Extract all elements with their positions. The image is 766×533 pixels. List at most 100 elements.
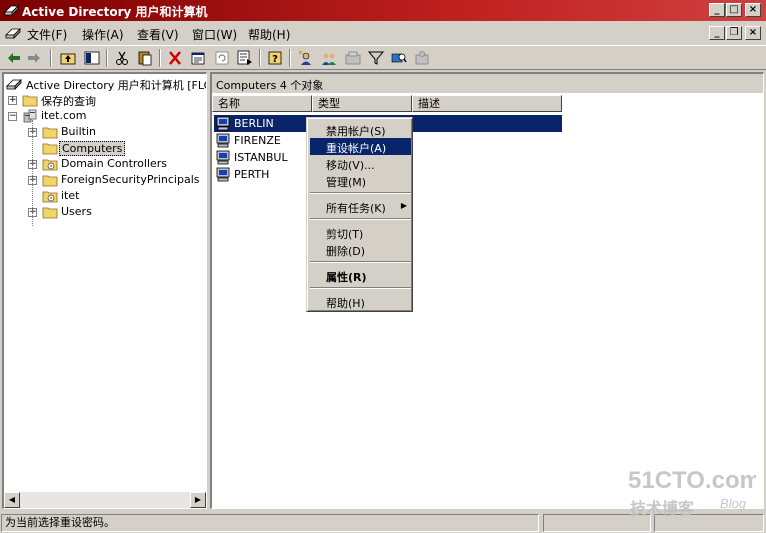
context-menu-item[interactable]: 禁用帐户(S) <box>310 121 411 138</box>
list-item[interactable]: FIRENZE <box>214 132 309 149</box>
context-menu-item[interactable]: 所有任务(K) ▶ <box>310 198 411 215</box>
list-item[interactable]: PERTH <box>214 166 309 183</box>
export-list-icon[interactable] <box>236 49 254 67</box>
tree-item[interactable]: + ForeignSecurityPrincipals <box>4 172 206 188</box>
context-menu-item[interactable]: 属性(R) <box>310 267 411 284</box>
computer-icon <box>215 115 231 131</box>
details-pane[interactable]: Computers 4 个对象 名称 类型 描述 BERLIN FIRENZE IS… <box>210 72 764 509</box>
toolbar: ? <box>0 45 766 70</box>
watermark-main: 51CTO.com <box>628 467 756 494</box>
folder-icon <box>22 92 38 108</box>
minimize-button[interactable]: _ <box>709 3 725 17</box>
child-restore-button[interactable]: ❐ <box>726 26 742 40</box>
context-menu-item[interactable]: 帮助(H) <box>310 293 411 310</box>
cut-icon[interactable] <box>113 49 131 67</box>
maximize-button[interactable]: □ <box>726 3 742 17</box>
scroll-left-button[interactable]: ◀ <box>4 492 20 508</box>
collapse-icon[interactable]: − <box>8 112 17 121</box>
context-menu-item[interactable]: 管理(M) <box>310 172 411 189</box>
menu-file[interactable]: 文件(F) <box>27 26 67 43</box>
scroll-right-button[interactable]: ▶ <box>190 492 206 508</box>
tree-item[interactable]: + Builtin <box>4 124 206 140</box>
submenu-arrow-icon: ▶ <box>400 201 407 210</box>
context-menu-item-label: 删除(D) <box>326 245 366 258</box>
back-arrow-icon[interactable] <box>5 49 23 67</box>
show-tree-icon[interactable] <box>83 49 101 67</box>
watermark-logo: 51CTO.com 技术博客 Blog <box>628 467 756 518</box>
tree-item-label: Builtin <box>61 125 96 138</box>
close-button[interactable]: × <box>745 3 761 17</box>
delete-icon[interactable] <box>166 49 184 67</box>
tree-item[interactable]: + Users <box>4 204 206 220</box>
computer-icon <box>215 166 231 182</box>
menu-action[interactable]: 操作(A) <box>82 26 124 43</box>
new-group-icon[interactable] <box>320 49 338 67</box>
new-user-icon[interactable] <box>297 49 315 67</box>
horizontal-scrollbar[interactable]: ◀ ▶ <box>4 492 206 508</box>
add-to-group-icon[interactable] <box>413 49 431 67</box>
menu-window[interactable]: 窗口(W) <box>192 26 237 43</box>
child-close-button[interactable]: × <box>745 26 761 40</box>
ad-app-icon[interactable] <box>5 26 21 40</box>
tree-item[interactable]: + 保存的查询 <box>4 92 206 108</box>
expand-icon[interactable]: + <box>8 96 17 105</box>
tree-item[interactable]: − itet.com <box>4 108 206 124</box>
details-header: Computers 4 个对象 <box>212 74 763 94</box>
folder-icon <box>42 172 58 188</box>
menu-help[interactable]: 帮助(H) <box>248 26 290 43</box>
toolbar-separator <box>259 49 261 67</box>
column-header-type[interactable]: 类型 <box>312 95 412 112</box>
context-menu-item[interactable]: 删除(D) <box>310 241 411 258</box>
column-header-description[interactable]: 描述 <box>412 95 562 112</box>
context-menu-item[interactable]: 重设帐户(A) <box>310 138 411 155</box>
child-minimize-button[interactable]: _ <box>709 26 725 40</box>
tree-item-label: 保存的查询 <box>41 95 96 108</box>
list-item[interactable]: ISTANBUL <box>214 149 309 166</box>
toolbar-separator <box>289 49 291 67</box>
up-folder-icon[interactable] <box>59 49 77 67</box>
context-menu-item-label: 帮助(H) <box>326 297 365 310</box>
window-title: Active Directory 用户和计算机 <box>22 5 208 19</box>
properties-icon[interactable] <box>189 49 207 67</box>
ad-app-icon <box>4 5 19 16</box>
tree-item-label: itet <box>61 189 80 202</box>
column-headers: 名称 类型 描述 <box>212 95 763 112</box>
list-item-name: ISTANBUL <box>234 151 288 164</box>
list-item-name: PERTH <box>234 168 270 181</box>
menu-view[interactable]: 查看(V) <box>137 26 179 43</box>
refresh-icon[interactable] <box>213 49 231 67</box>
watermark-sub: 技术博客 <box>630 499 695 518</box>
context-menu[interactable]: 禁用帐户(S) 重设帐户(A) 移动(V)... 管理(M) 所有任务(K) ▶ 剪切(T)… <box>306 117 413 312</box>
column-header-name[interactable]: 名称 <box>212 95 312 112</box>
context-menu-item-label: 禁用帐户(S) <box>326 125 386 138</box>
filter-icon[interactable] <box>367 49 385 67</box>
tree-item-label: Users <box>61 205 92 218</box>
forward-arrow-icon[interactable] <box>25 49 43 67</box>
tree-connector-lines <box>32 120 33 226</box>
watermark-tag: Blog <box>720 496 747 511</box>
context-menu-item-label: 管理(M) <box>326 176 367 189</box>
menu-separator <box>310 287 411 289</box>
console-tree[interactable]: Active Directory 用户和计算机 [FLOR + 保存的查询 − ite… <box>2 72 207 509</box>
paste-icon[interactable] <box>136 49 154 67</box>
new-ou-icon[interactable] <box>344 49 362 67</box>
list-item-name: BERLIN <box>234 117 274 130</box>
tree-root[interactable]: Active Directory 用户和计算机 [FLOR <box>6 76 206 92</box>
computer-icon <box>215 132 231 148</box>
menu-separator <box>310 261 411 263</box>
find-icon[interactable] <box>390 49 408 67</box>
svg-text:?: ? <box>272 54 278 65</box>
context-menu-item-label: 属性(R) <box>326 271 367 284</box>
context-menu-item[interactable]: 移动(V)... <box>310 155 411 172</box>
tree-item-label: ForeignSecurityPrincipals <box>61 173 200 186</box>
tree-item[interactable]: + Domain Controllers <box>4 156 206 172</box>
list-item-name: FIRENZE <box>234 134 281 147</box>
menu-separator <box>310 218 411 220</box>
toolbar-separator <box>106 49 108 67</box>
title-bar[interactable]: Active Directory 用户和计算机 _ □ × <box>0 0 766 21</box>
context-menu-item[interactable]: 剪切(T) <box>310 224 411 241</box>
tree-item[interactable]: itet <box>4 188 206 204</box>
help-icon[interactable]: ? <box>266 49 284 67</box>
tree-item[interactable]: Computers <box>4 140 206 156</box>
status-text: 为当前选择重设密码。 <box>1 514 539 532</box>
